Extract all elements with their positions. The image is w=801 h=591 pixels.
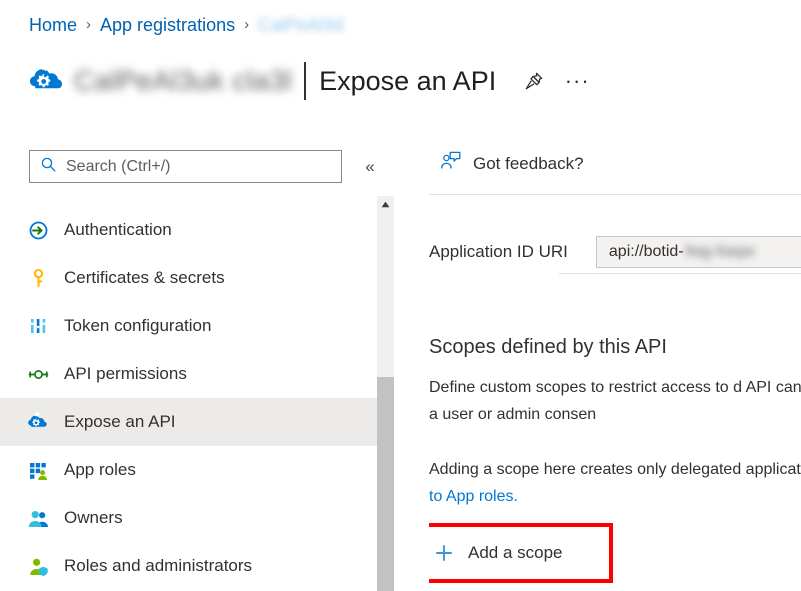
authentication-icon: [27, 219, 49, 241]
main-content: Got feedback? Application ID URI api://b…: [429, 136, 801, 591]
scopes-section-heading: Scopes defined by this API: [429, 336, 667, 359]
ellipsis-icon[interactable]: ···: [564, 68, 590, 94]
api-permissions-icon: [27, 363, 49, 385]
breadcrumb-separator: ›: [244, 16, 249, 33]
application-id-uri-label: Application ID URI: [429, 242, 568, 262]
sidebar-item-certificates-secrets[interactable]: Certificates & secrets: [0, 254, 377, 302]
application-id-uri-underline: [559, 273, 801, 274]
sidebar-item-roles-and-administrators[interactable]: Roles and administrators: [0, 542, 377, 590]
caret-up-icon[interactable]: [377, 196, 394, 213]
breadcrumb-item-app-registrations[interactable]: App registrations: [100, 15, 235, 36]
sidebar: « Authentication Certificates & se: [0, 136, 377, 591]
token-configuration-icon: [27, 315, 49, 337]
owners-icon: [27, 507, 49, 529]
page-header: CalPeAl3uk cla3l Expose an API ···: [28, 58, 590, 104]
app-roles-icon: [27, 459, 49, 481]
roles-administrators-icon: [27, 555, 49, 577]
application-id-uri-field[interactable]: api://botid- 9ag-6aqw: [596, 236, 801, 268]
page-app-name: CalPeAl3uk cla3l: [74, 65, 292, 97]
application-id-uri-value-blurred: 9ag-6aqw: [685, 243, 755, 261]
plus-icon: [433, 542, 455, 564]
breadcrumb-item-app-name[interactable]: CalPeAl3d: [258, 15, 343, 36]
sidebar-item-app-roles[interactable]: App roles: [0, 446, 377, 494]
key-icon: [27, 267, 49, 289]
sidebar-item-owners[interactable]: Owners: [0, 494, 377, 542]
sidebar-item-label: Roles and administrators: [64, 556, 252, 576]
pin-icon[interactable]: [521, 68, 547, 94]
sidebar-item-label: Owners: [64, 508, 123, 528]
search-icon: [40, 156, 57, 178]
page-title: Expose an API: [319, 66, 496, 97]
breadcrumb: Home › App registrations › CalPeAl3d: [29, 12, 343, 38]
sidebar-item-token-configuration[interactable]: Token configuration: [0, 302, 377, 350]
breadcrumb-item-home[interactable]: Home: [29, 15, 77, 36]
sidebar-nav-list: Authentication Certificates & secrets: [0, 206, 377, 590]
sidebar-item-api-permissions[interactable]: API permissions: [0, 350, 377, 398]
scrollbar-thumb[interactable]: [377, 377, 394, 591]
content-divider: [429, 194, 801, 195]
title-separator: [304, 62, 306, 100]
feedback-person-icon: [440, 150, 462, 177]
breadcrumb-separator: ›: [86, 16, 91, 33]
sidebar-item-label: API permissions: [64, 364, 187, 384]
search-box[interactable]: [29, 150, 342, 183]
scopes-description-1: Define custom scopes to restrict access …: [429, 374, 801, 428]
add-a-scope-button[interactable]: Add a scope: [429, 534, 571, 572]
sidebar-item-label: App roles: [64, 460, 136, 480]
sidebar-item-label: Certificates & secrets: [64, 268, 225, 288]
got-feedback-label: Got feedback?: [473, 154, 584, 174]
expose-api-icon: [27, 411, 49, 433]
scopes-description-2-text: Adding a scope here creates only delegat…: [429, 461, 801, 478]
add-a-scope-label: Add a scope: [468, 543, 563, 563]
scopes-description-2: Adding a scope here creates only delegat…: [429, 456, 801, 510]
chevron-double-left-icon[interactable]: «: [359, 156, 381, 178]
sidebar-scrollbar[interactable]: [377, 196, 394, 591]
got-feedback-link[interactable]: Got feedback?: [440, 150, 584, 177]
expose-api-cloud-icon: [28, 62, 66, 100]
sidebar-search-row: «: [29, 150, 381, 183]
search-input[interactable]: [66, 158, 316, 176]
sidebar-item-label: Authentication: [64, 220, 172, 240]
pane-divider: [394, 136, 395, 591]
sidebar-item-label: Expose an API: [64, 412, 176, 432]
application-id-uri-row: Application ID URI api://botid- 9ag-6aqw: [429, 236, 801, 268]
sidebar-item-label: Token configuration: [64, 316, 211, 336]
application-id-uri-value: api://botid-: [609, 243, 684, 261]
sidebar-item-authentication[interactable]: Authentication: [0, 206, 377, 254]
sidebar-item-expose-an-api[interactable]: Expose an API: [0, 398, 377, 446]
